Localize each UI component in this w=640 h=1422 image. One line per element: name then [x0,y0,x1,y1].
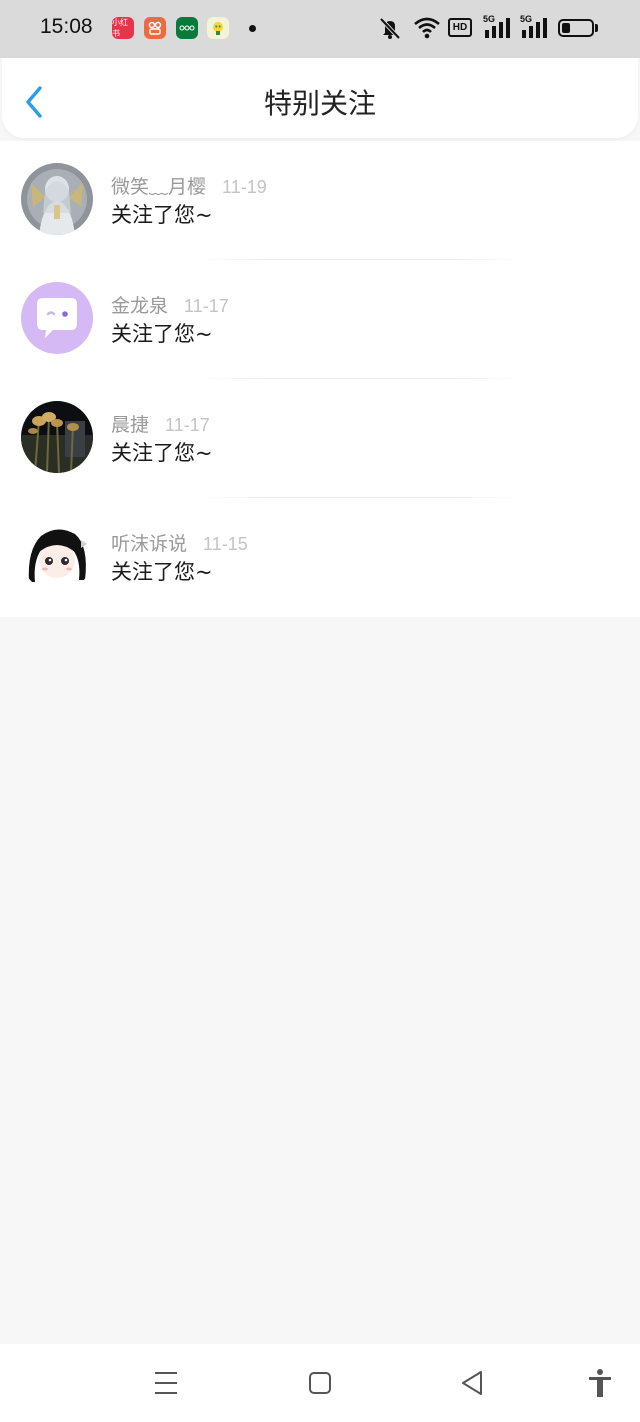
system-nav-bar [0,1344,640,1422]
list-item[interactable]: 金龙泉 11-17 关注了您~ [0,260,640,379]
wechat-pay-app-icon [176,17,198,39]
user-name[interactable]: 晨捷 [111,414,149,436]
page-title: 特别关注 [263,87,376,120]
plant-photo-avatar [21,401,93,473]
mute-bell-icon [379,17,401,40]
list-item[interactable]: 晨捷 11-17 关注了您~ [0,379,640,498]
avatar[interactable] [21,163,93,235]
user-name[interactable]: 微笑﹏月樱 [111,176,206,198]
notification-date: 11-17 [165,415,210,435]
cartoon-app-icon [207,17,229,39]
notification-message: 关注了您~ [111,560,213,584]
notification-date: 11-19 [222,177,267,197]
back-triangle-icon[interactable] [459,1368,485,1398]
status-time: 15:08 [40,15,93,38]
name-line: 微笑﹏月樱 11-19 [111,172,267,199]
notification-message: 关注了您~ [111,441,213,465]
wifi-icon [414,17,440,39]
xiaohongshu-app-label: 小红书 [112,18,128,38]
notification-message: 关注了您~ [111,203,213,227]
hd-label: HD [452,22,468,33]
video-app-icon [144,17,166,39]
top-app-bar: 特别关注 [2,58,638,138]
battery-icon [558,19,594,37]
battery-level [562,23,570,33]
notification-message: 关注了您~ [111,322,213,346]
name-line: 听沫诉说 11-15 [111,529,248,556]
signal-bars-2-icon [522,18,547,38]
notification-date: 11-17 [184,296,229,316]
notification-date: 11-15 [203,534,248,554]
notification-dot-icon [249,25,256,32]
user-name[interactable]: 听沫诉说 [111,533,187,555]
signal-bars-1-icon [485,18,510,38]
accessibility-icon[interactable] [587,1368,613,1398]
name-line: 晨捷 11-17 [111,410,210,437]
anime-girl-avatar [21,520,93,592]
list-item[interactable]: 微笑﹏月樱 11-19 关注了您~ [0,141,640,260]
hd-voice-icon: HD [448,18,472,37]
avatar[interactable] [21,282,93,354]
home-square-icon[interactable] [307,1368,333,1398]
avatar[interactable] [21,401,93,473]
xiaohongshu-app-icon: 小红书 [112,17,134,39]
battery-cap [595,24,598,32]
chat-bubble-avatar [21,282,93,354]
menu-icon[interactable] [153,1368,179,1398]
name-line: 金龙泉 11-17 [111,291,229,318]
notification-list: 微笑﹏月樱 11-19 关注了您~ 金龙泉 11-17 关注了您~ 晨捷 11-… [0,141,640,617]
list-item[interactable]: 听沫诉说 11-15 关注了您~ [0,498,640,617]
avatar[interactable] [21,520,93,592]
angel-avatar [21,163,93,235]
user-name[interactable]: 金龙泉 [111,295,168,317]
status-bar: 15:08 小红书 HD 5G 5G [0,0,640,58]
